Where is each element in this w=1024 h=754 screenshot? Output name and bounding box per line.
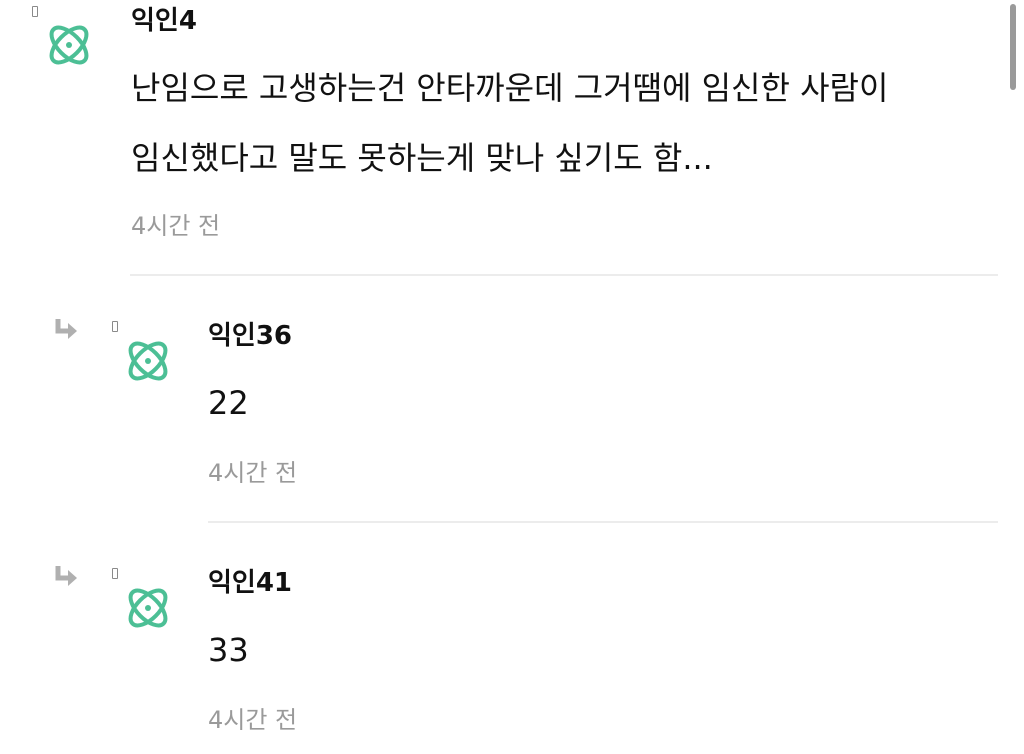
- reply-arrow-icon: [55, 566, 77, 586]
- reply-text: 33: [208, 631, 249, 669]
- reply-text: 22: [208, 384, 249, 422]
- marker-icon: [32, 6, 38, 17]
- atom-icon[interactable]: [123, 583, 173, 633]
- divider: [208, 521, 998, 523]
- reply-author[interactable]: 익인36: [208, 321, 292, 351]
- atom-icon[interactable]: [123, 336, 173, 386]
- marker-icon: [112, 568, 118, 579]
- reply-timestamp: 4시간 전: [208, 459, 298, 487]
- atom-icon[interactable]: [44, 20, 94, 70]
- divider: [130, 274, 998, 276]
- reply-timestamp: 4시간 전: [208, 706, 298, 734]
- scrollbar[interactable]: [1010, 4, 1016, 90]
- comment-author[interactable]: 익인4: [131, 6, 197, 36]
- marker-icon: [112, 321, 118, 332]
- reply-author[interactable]: 익인41: [208, 568, 292, 598]
- reply-arrow-icon: [55, 319, 77, 339]
- comment-text-line: 임신했다고 말도 못하는게 맞나 싶기도 함...: [131, 139, 713, 177]
- comment-timestamp: 4시간 전: [131, 212, 221, 240]
- comment-text-line: 난임으로 고생하는건 안타까운데 그거땜에 임신한 사람이: [131, 69, 889, 107]
